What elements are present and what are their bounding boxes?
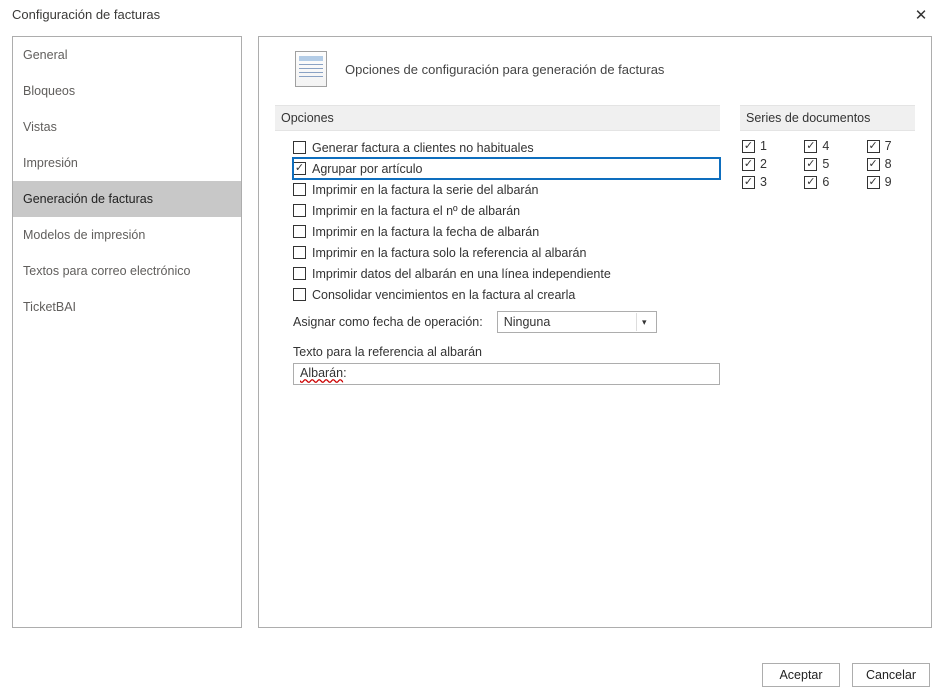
dialog-footer: Aceptar Cancelar bbox=[762, 663, 930, 687]
main-panel: Opciones de configuración para generació… bbox=[258, 36, 932, 628]
option-row-3: Imprimir en la factura el nº de albarán bbox=[293, 200, 720, 221]
series-checkbox-4[interactable]: ✓ bbox=[804, 140, 817, 153]
reference-label: Texto para la referencia al albarán bbox=[293, 345, 720, 359]
series-label-3: 3 bbox=[760, 175, 767, 189]
close-icon[interactable]: ✕ bbox=[898, 0, 944, 30]
series-checkbox-2[interactable]: ✓ bbox=[742, 158, 755, 171]
series-column: Series de documentos ✓1✓4✓7✓2✓5✓8✓3✓6✓9 bbox=[740, 105, 915, 385]
option-checkbox-4[interactable] bbox=[293, 225, 306, 238]
series-checkbox-3[interactable]: ✓ bbox=[742, 176, 755, 189]
series-header: Series de documentos bbox=[740, 105, 915, 131]
option-label-3: Imprimir en la factura el nº de albarán bbox=[312, 204, 520, 218]
series-cell-5: ✓5 bbox=[804, 157, 852, 171]
series-label-1: 1 bbox=[760, 139, 767, 153]
option-row-0: Generar factura a clientes no habituales bbox=[293, 137, 720, 158]
series-grid: ✓1✓4✓7✓2✓5✓8✓3✓6✓9 bbox=[740, 137, 915, 189]
option-row-7: Consolidar vencimientos en la factura al… bbox=[293, 284, 720, 305]
sidebar-item-6[interactable]: Textos para correo electrónico bbox=[13, 253, 241, 289]
option-row-4: Imprimir en la factura la fecha de albar… bbox=[293, 221, 720, 242]
series-checkbox-7[interactable]: ✓ bbox=[867, 140, 880, 153]
option-label-5: Imprimir en la factura solo la referenci… bbox=[312, 246, 586, 260]
series-checkbox-1[interactable]: ✓ bbox=[742, 140, 755, 153]
sidebar-item-4[interactable]: Generación de facturas bbox=[13, 181, 241, 217]
series-checkbox-6[interactable]: ✓ bbox=[804, 176, 817, 189]
assign-label: Asignar como fecha de operación: bbox=[293, 315, 483, 329]
assign-row: Asignar como fecha de operación: Ninguna… bbox=[293, 311, 720, 333]
option-label-0: Generar factura a clientes no habituales bbox=[312, 141, 534, 155]
option-row-1: ✓ Agrupar por artículo bbox=[293, 158, 720, 179]
option-label-1: Agrupar por artículo bbox=[312, 162, 422, 176]
series-label-2: 2 bbox=[760, 157, 767, 171]
series-cell-8: ✓8 bbox=[867, 157, 915, 171]
dialog-body: GeneralBloqueosVistasImpresiónGeneración… bbox=[0, 30, 944, 670]
sidebar-item-2[interactable]: Vistas bbox=[13, 109, 241, 145]
page-header: Opciones de configuración para generació… bbox=[295, 51, 915, 87]
option-row-6: Imprimir datos del albarán en una línea … bbox=[293, 263, 720, 284]
document-icon bbox=[295, 51, 327, 87]
series-cell-6: ✓6 bbox=[804, 175, 852, 189]
dialog-titlebar: Configuración de facturas ✕ bbox=[0, 0, 944, 30]
sidebar-item-3[interactable]: Impresión bbox=[13, 145, 241, 181]
options-column: Opciones Generar factura a clientes no h… bbox=[275, 105, 720, 385]
page-title: Opciones de configuración para generació… bbox=[345, 62, 664, 77]
chevron-down-icon: ▾ bbox=[636, 313, 652, 331]
option-label-6: Imprimir datos del albarán en una línea … bbox=[312, 267, 611, 281]
assign-value: Ninguna bbox=[504, 315, 551, 329]
series-cell-1: ✓1 bbox=[742, 139, 790, 153]
option-label-7: Consolidar vencimientos en la factura al… bbox=[312, 288, 575, 302]
option-checkbox-5[interactable] bbox=[293, 246, 306, 259]
assign-combo[interactable]: Ninguna ▾ bbox=[497, 311, 657, 333]
option-checkbox-0[interactable] bbox=[293, 141, 306, 154]
option-checkbox-6[interactable] bbox=[293, 267, 306, 280]
series-cell-4: ✓4 bbox=[804, 139, 852, 153]
series-checkbox-5[interactable]: ✓ bbox=[804, 158, 817, 171]
series-cell-2: ✓2 bbox=[742, 157, 790, 171]
option-label-2: Imprimir en la factura la serie del alba… bbox=[312, 183, 539, 197]
series-label-4: 4 bbox=[822, 139, 829, 153]
series-cell-7: ✓7 bbox=[867, 139, 915, 153]
option-row-5: Imprimir en la factura solo la referenci… bbox=[293, 242, 720, 263]
option-checkbox-3[interactable] bbox=[293, 204, 306, 217]
series-label-5: 5 bbox=[822, 157, 829, 171]
accept-button[interactable]: Aceptar bbox=[762, 663, 840, 687]
series-checkbox-9[interactable]: ✓ bbox=[867, 176, 880, 189]
sidebar-item-5[interactable]: Modelos de impresión bbox=[13, 217, 241, 253]
series-label-9: 9 bbox=[885, 175, 892, 189]
option-label-4: Imprimir en la factura la fecha de albar… bbox=[312, 225, 539, 239]
option-row-2: Imprimir en la factura la serie del alba… bbox=[293, 179, 720, 200]
dialog-title: Configuración de facturas bbox=[12, 0, 160, 30]
sidebar: GeneralBloqueosVistasImpresiónGeneración… bbox=[12, 36, 242, 628]
series-cell-9: ✓9 bbox=[867, 175, 915, 189]
cancel-button[interactable]: Cancelar bbox=[852, 663, 930, 687]
sidebar-item-0[interactable]: General bbox=[13, 37, 241, 73]
series-label-7: 7 bbox=[885, 139, 892, 153]
series-label-8: 8 bbox=[885, 157, 892, 171]
option-checkbox-1[interactable]: ✓ bbox=[293, 162, 306, 175]
series-cell-3: ✓3 bbox=[742, 175, 790, 189]
options-header: Opciones bbox=[275, 105, 720, 131]
reference-input[interactable]: Albarán: bbox=[293, 363, 720, 385]
series-checkbox-8[interactable]: ✓ bbox=[867, 158, 880, 171]
sidebar-item-1[interactable]: Bloqueos bbox=[13, 73, 241, 109]
option-checkbox-7[interactable] bbox=[293, 288, 306, 301]
option-checkbox-2[interactable] bbox=[293, 183, 306, 196]
content-columns: Opciones Generar factura a clientes no h… bbox=[275, 105, 915, 385]
options-list: Generar factura a clientes no habituales… bbox=[275, 137, 720, 305]
sidebar-item-7[interactable]: TicketBAI bbox=[13, 289, 241, 325]
series-label-6: 6 bbox=[822, 175, 829, 189]
